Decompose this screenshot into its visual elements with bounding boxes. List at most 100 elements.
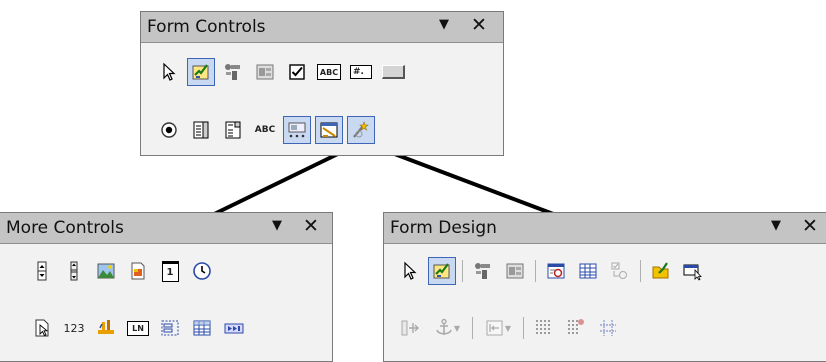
more-controls-icon bbox=[288, 122, 306, 138]
form-controls-row-1: ABC #. bbox=[155, 58, 411, 86]
form-design-toolbar: Form Design ▼ ✕ ▼ ▼ bbox=[383, 212, 826, 362]
formatted-field-button[interactable]: #. bbox=[347, 58, 375, 86]
control-wizards-icon bbox=[225, 64, 240, 80]
scroll-bar-icon bbox=[70, 261, 78, 281]
checkbox-button[interactable] bbox=[283, 58, 311, 86]
list-box-icon bbox=[193, 121, 209, 139]
grid-icon bbox=[536, 320, 550, 334]
pattern-field-icon: LN bbox=[127, 320, 149, 336]
more-controls-title-bar[interactable]: More Controls ▼ ✕ bbox=[0, 213, 332, 244]
image-button-button[interactable] bbox=[92, 257, 120, 285]
date-field-icon: 1 bbox=[161, 260, 179, 282]
numerical-field-button[interactable]: 123 bbox=[60, 314, 88, 342]
form-design-title-bar[interactable]: Form Design ▼ ✕ bbox=[384, 213, 826, 244]
text-box-icon: ABC bbox=[317, 64, 341, 80]
toolbar-menu-icon[interactable]: ▼ bbox=[439, 17, 449, 32]
form-navigator-icon bbox=[506, 263, 524, 279]
anchor-icon bbox=[436, 318, 452, 335]
form-design-row-1 bbox=[396, 257, 711, 285]
form-design-button[interactable] bbox=[315, 116, 343, 144]
option-button-icon bbox=[161, 122, 177, 138]
time-field-icon bbox=[193, 262, 211, 280]
snap-to-grid-button[interactable] bbox=[562, 314, 590, 342]
push-button-button[interactable] bbox=[379, 58, 407, 86]
separator bbox=[472, 317, 473, 339]
form-design-row-2: ▼ ▼ bbox=[396, 314, 626, 342]
formatted-field-icon: #. bbox=[350, 65, 372, 79]
image-control-icon bbox=[131, 262, 145, 280]
combo-box-icon bbox=[225, 121, 241, 139]
scroll-bar-button[interactable] bbox=[60, 257, 88, 285]
group-box-button[interactable] bbox=[156, 314, 184, 342]
file-selection-button[interactable] bbox=[28, 314, 56, 342]
helplines-icon bbox=[600, 320, 616, 336]
list-box-button[interactable] bbox=[187, 116, 215, 144]
control-wizards-button[interactable] bbox=[219, 58, 247, 86]
display-grid-button[interactable] bbox=[530, 314, 558, 342]
currency-field-button[interactable] bbox=[92, 314, 120, 342]
more-controls-toolbar: More Controls ▼ ✕ 1 123 LN bbox=[0, 212, 333, 362]
pattern-field-button[interactable]: LN bbox=[124, 314, 152, 342]
text-box-text: ABC bbox=[319, 67, 339, 77]
connector-to-more-controls bbox=[205, 148, 347, 220]
form-properties-icon bbox=[547, 263, 565, 279]
select-button[interactable] bbox=[396, 257, 424, 285]
date-field-text: 1 bbox=[166, 266, 174, 278]
checkbox-icon bbox=[289, 64, 305, 80]
wizards-on-off-icon bbox=[353, 121, 369, 138]
open-in-design-mode-button[interactable] bbox=[647, 257, 675, 285]
wizards-on-off-button[interactable] bbox=[347, 116, 375, 144]
control-wizards-button[interactable] bbox=[469, 257, 497, 285]
form-navigator-icon bbox=[256, 64, 274, 80]
toolbar-menu-icon[interactable]: ▼ bbox=[272, 218, 282, 233]
separator bbox=[640, 260, 641, 282]
position-and-size-button[interactable] bbox=[396, 314, 424, 342]
control-focus-icon bbox=[683, 264, 702, 281]
pattern-field-text: LN bbox=[132, 323, 144, 333]
helplines-button[interactable] bbox=[594, 314, 622, 342]
select-button[interactable] bbox=[155, 58, 183, 86]
close-icon[interactable]: ✕ bbox=[471, 14, 487, 36]
add-field-button[interactable] bbox=[574, 257, 602, 285]
time-field-button[interactable] bbox=[188, 257, 216, 285]
image-button-icon bbox=[97, 263, 115, 279]
spin-button-icon bbox=[37, 261, 47, 281]
form-navigator-button[interactable] bbox=[501, 257, 529, 285]
form-navigator-button[interactable] bbox=[251, 58, 279, 86]
form-controls-title: Form Controls bbox=[147, 17, 266, 37]
alignment-button[interactable]: ▼ bbox=[479, 314, 517, 342]
form-properties-button[interactable] bbox=[542, 257, 570, 285]
date-field-button[interactable]: 1 bbox=[156, 257, 184, 285]
combo-box-button[interactable] bbox=[219, 116, 247, 144]
separator bbox=[535, 260, 536, 282]
more-controls-title: More Controls bbox=[6, 218, 124, 238]
label-field-button[interactable]: ABC bbox=[251, 116, 279, 144]
select-arrow-icon bbox=[163, 62, 176, 81]
dropdown-arrow-icon[interactable]: ▼ bbox=[454, 324, 460, 333]
more-controls-row-1: 1 bbox=[28, 257, 220, 285]
automatic-control-focus-button[interactable] bbox=[679, 257, 707, 285]
image-control-button[interactable] bbox=[124, 257, 152, 285]
dropdown-arrow-icon[interactable]: ▼ bbox=[505, 324, 511, 333]
spin-button-button[interactable] bbox=[28, 257, 56, 285]
text-box-button[interactable]: ABC bbox=[315, 58, 343, 86]
form-controls-title-bar[interactable]: Form Controls ▼ ✕ bbox=[141, 12, 503, 43]
table-control-button[interactable] bbox=[188, 314, 216, 342]
close-icon[interactable]: ✕ bbox=[802, 215, 818, 237]
design-mode-button[interactable] bbox=[428, 257, 456, 285]
design-mode-button[interactable] bbox=[187, 58, 215, 86]
select-arrow-icon bbox=[404, 261, 417, 280]
separator bbox=[523, 317, 524, 339]
group-box-icon bbox=[161, 320, 179, 336]
activation-order-button[interactable] bbox=[606, 257, 634, 285]
anchor-button[interactable]: ▼ bbox=[428, 314, 466, 342]
push-button-icon bbox=[381, 65, 405, 79]
toolbar-menu-icon[interactable]: ▼ bbox=[771, 218, 781, 233]
more-controls-button[interactable] bbox=[283, 116, 311, 144]
navigation-bar-button[interactable] bbox=[220, 314, 248, 342]
close-icon[interactable]: ✕ bbox=[303, 215, 319, 237]
label-field-icon: ABC bbox=[254, 125, 276, 135]
separator bbox=[462, 260, 463, 282]
option-button-button[interactable] bbox=[155, 116, 183, 144]
control-wizards-icon bbox=[475, 263, 490, 279]
